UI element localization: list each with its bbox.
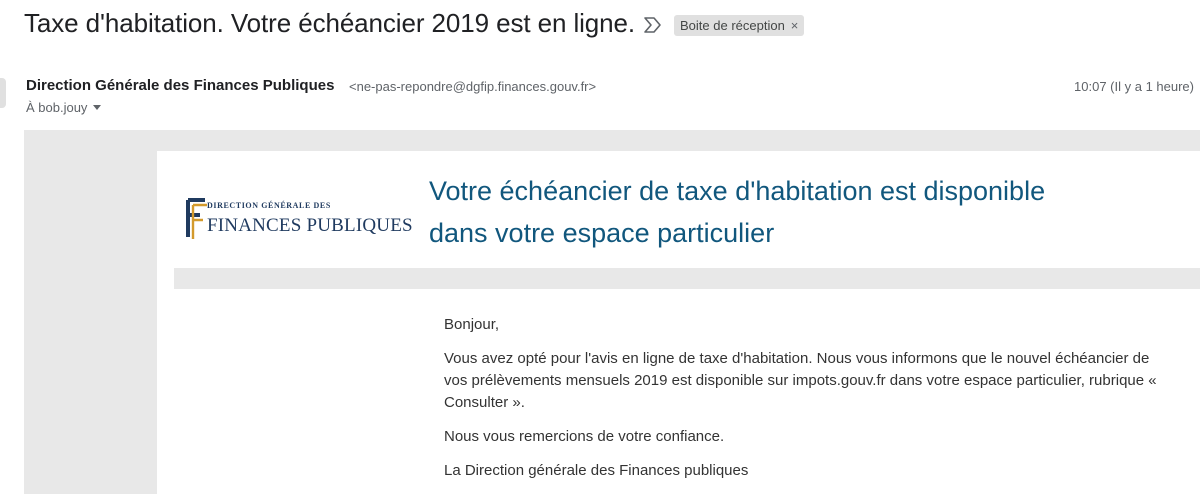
subject-row: Taxe d'habitation. Votre échéancier 2019… [0,0,1200,52]
headline-line-1: Votre échéancier de taxe d'habitation es… [429,176,1046,206]
recipient-details[interactable]: À bob.jouy [26,100,102,115]
sender-name[interactable]: Direction Générale des Finances Publique… [26,77,334,94]
email-subject: Taxe d'habitation. Votre échéancier 2019… [24,8,635,38]
dgfip-logo: DIRECTION GÉNÉRALE DES FINANCES PUBLIQUE… [183,189,413,249]
remove-label-icon[interactable]: × [791,18,799,33]
body-paragraph-2: Nous vous remercions de votre confiance. [444,428,725,445]
dgfip-emblem-icon [186,198,207,239]
header-divider-band [174,268,1200,289]
message-card: DIRECTION GÉNÉRALE DES FINANCES PUBLIQUE… [157,151,1200,494]
sent-time: 10:07 (Il y a 1 heure) [1074,79,1194,94]
sender-email: <ne-pas-repondre@dgfip.finances.gouv.fr> [349,79,597,94]
greeting: Bonjour, [444,316,500,333]
sender-avatar-edge [0,78,6,108]
message-text: Bonjour, Vous avez opté pour l'avis en l… [444,314,1164,494]
inbox-label-chip[interactable]: Boite de réception × [674,15,805,36]
headline-line-2: dans votre espace particulier [429,218,775,248]
chevron-down-icon[interactable] [93,105,102,110]
importance-marker-icon[interactable] [643,16,663,34]
message-body-canvas: DIRECTION GÉNÉRALE DES FINANCES PUBLIQUE… [24,130,1200,494]
inbox-label-text: Boite de réception [680,18,785,33]
logo-top-line: DIRECTION GÉNÉRALE DES [207,201,331,210]
sender-row: Direction Générale des Finances Publique… [0,72,1200,120]
message-headline: Votre échéancier de taxe d'habitation es… [429,170,1169,254]
signature: La Direction générale des Finances publi… [444,462,749,479]
recipient-label: À bob.jouy [26,100,88,115]
logo-main-line: FINANCES PUBLIQUES [207,215,413,236]
body-paragraph-1: Vous avez opté pour l'avis en ligne de t… [444,350,1157,411]
